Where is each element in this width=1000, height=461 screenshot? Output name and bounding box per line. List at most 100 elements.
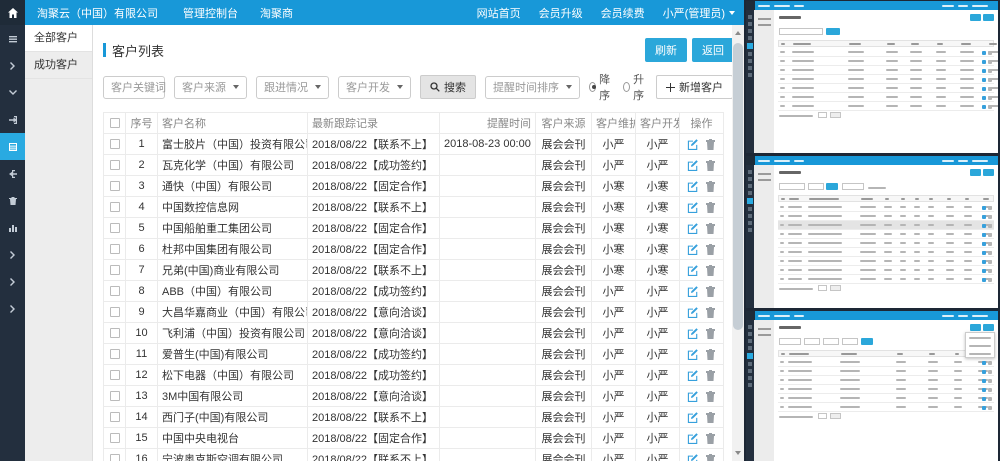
- scroll-up-arrow[interactable]: [732, 27, 744, 39]
- row-checkbox[interactable]: [110, 349, 120, 359]
- row-checkbox[interactable]: [110, 265, 120, 275]
- refresh-button[interactable]: 刷新: [645, 38, 687, 62]
- nav-item-taojushang[interactable]: 淘聚商: [249, 5, 304, 21]
- sort-field-select[interactable]: 提醒时间排序: [485, 76, 580, 99]
- trash-icon[interactable]: [705, 180, 716, 192]
- add-customer-button[interactable]: 新增客户: [656, 75, 733, 99]
- thumb-table-header: [778, 195, 994, 202]
- search-button[interactable]: 搜索: [420, 75, 476, 99]
- row-checkbox-cell: [104, 323, 126, 344]
- preview-thumbnail-1[interactable]: [746, 1, 998, 153]
- trash-icon[interactable]: [705, 411, 716, 423]
- thumb-cell-text: [884, 224, 892, 226]
- develop-select[interactable]: 客户开发: [338, 76, 411, 99]
- trash-icon[interactable]: [705, 390, 716, 402]
- sort-desc-radio[interactable]: 降序: [589, 71, 613, 103]
- thumb-rail-icon: [747, 353, 753, 359]
- row-checkbox[interactable]: [110, 181, 120, 191]
- rail-item-chevron-right[interactable]: [0, 295, 25, 322]
- row-number: 1: [126, 134, 158, 155]
- thumb-cell-text: [788, 379, 812, 381]
- trash-icon[interactable]: [705, 327, 716, 339]
- edit-icon[interactable]: [687, 159, 699, 171]
- rail-item-chevron-down[interactable]: [0, 79, 25, 106]
- row-checkbox[interactable]: [110, 160, 120, 170]
- select-all-checkbox[interactable]: [110, 118, 120, 128]
- edit-icon[interactable]: [687, 138, 699, 150]
- home-button[interactable]: [0, 0, 25, 25]
- keyword-input[interactable]: 客户关键词: [103, 76, 165, 99]
- trash-icon[interactable]: [705, 369, 716, 381]
- row-checkbox[interactable]: [110, 244, 120, 254]
- rail-item-chevron-right[interactable]: [0, 268, 25, 295]
- row-checkbox[interactable]: [110, 328, 120, 338]
- row-checkbox[interactable]: [110, 454, 120, 461]
- row-checkbox[interactable]: [110, 286, 120, 296]
- rail-item-sign-in[interactable]: [0, 106, 25, 133]
- row-checkbox[interactable]: [110, 433, 120, 443]
- customer-source: 展会会刊: [536, 134, 592, 155]
- trash-icon[interactable]: [705, 222, 716, 234]
- source-select[interactable]: 客户来源: [174, 76, 247, 99]
- edit-icon[interactable]: [687, 390, 699, 402]
- trash-icon[interactable]: [705, 285, 716, 297]
- row-checkbox[interactable]: [110, 223, 120, 233]
- thumb-header-cell: [897, 353, 903, 355]
- rail-item-menu[interactable]: [0, 25, 25, 52]
- edit-icon[interactable]: [687, 285, 699, 297]
- edit-icon[interactable]: [687, 264, 699, 276]
- edit-icon[interactable]: [687, 411, 699, 423]
- trash-icon[interactable]: [705, 348, 716, 360]
- row-checkbox[interactable]: [110, 202, 120, 212]
- trash-icon[interactable]: [705, 138, 716, 150]
- sidebar-item-success-customers[interactable]: 成功客户: [25, 52, 92, 79]
- edit-icon[interactable]: [687, 306, 699, 318]
- rail-item-sign-out[interactable]: [0, 160, 25, 187]
- nav-item-member-renew[interactable]: 会员续费: [592, 5, 654, 21]
- edit-icon[interactable]: [687, 453, 699, 461]
- back-button[interactable]: 返回: [692, 38, 734, 62]
- thumb-navbar: [746, 1, 998, 10]
- edit-icon[interactable]: [687, 201, 699, 213]
- thumb-cell-text: [914, 251, 920, 253]
- rail-item-bar-chart[interactable]: [0, 214, 25, 241]
- rail-item-customer-list[interactable]: [0, 133, 25, 160]
- nav-item-console[interactable]: 管理控制台: [172, 5, 249, 21]
- followup-select[interactable]: 跟进情况: [256, 76, 329, 99]
- trash-icon[interactable]: [705, 306, 716, 318]
- trash-icon[interactable]: [705, 243, 716, 255]
- sort-asc-radio[interactable]: 升序: [623, 71, 647, 103]
- trash-icon[interactable]: [705, 264, 716, 276]
- trash-icon[interactable]: [705, 159, 716, 171]
- rail-item-chevron-right[interactable]: [0, 52, 25, 79]
- thumb-rail-icon: [748, 36, 752, 40]
- trash-icon[interactable]: [705, 432, 716, 444]
- scroll-down-arrow[interactable]: [732, 447, 744, 459]
- trash-icon[interactable]: [705, 453, 716, 461]
- row-checkbox[interactable]: [110, 139, 120, 149]
- edit-icon[interactable]: [687, 369, 699, 381]
- trash-icon[interactable]: [705, 201, 716, 213]
- row-checkbox[interactable]: [110, 370, 120, 380]
- edit-icon[interactable]: [687, 180, 699, 192]
- thumb-cell-text: [910, 51, 922, 53]
- edit-icon[interactable]: [687, 432, 699, 444]
- edit-icon[interactable]: [687, 327, 699, 339]
- row-checkbox[interactable]: [110, 391, 120, 401]
- sidebar-item-all-customers[interactable]: 全部客户: [25, 25, 92, 52]
- scrollbar-thumb[interactable]: [733, 43, 743, 330]
- edit-icon[interactable]: [687, 222, 699, 234]
- preview-thumbnail-2[interactable]: [746, 156, 998, 308]
- nav-item-member-upgrade[interactable]: 会员升级: [530, 5, 592, 21]
- rail-item-chevron-right[interactable]: [0, 241, 25, 268]
- rail-item-trash[interactable]: [0, 187, 25, 214]
- user-menu[interactable]: 小严(管理员): [654, 5, 744, 21]
- edit-icon[interactable]: [687, 348, 699, 360]
- vertical-scrollbar[interactable]: [732, 25, 744, 461]
- nav-item-site-home[interactable]: 网站首页: [468, 5, 530, 21]
- row-checkbox[interactable]: [110, 307, 120, 317]
- row-checkbox[interactable]: [110, 412, 120, 422]
- edit-icon[interactable]: [687, 243, 699, 255]
- thumb-header-button: [970, 324, 981, 331]
- preview-thumbnail-3[interactable]: [746, 311, 998, 461]
